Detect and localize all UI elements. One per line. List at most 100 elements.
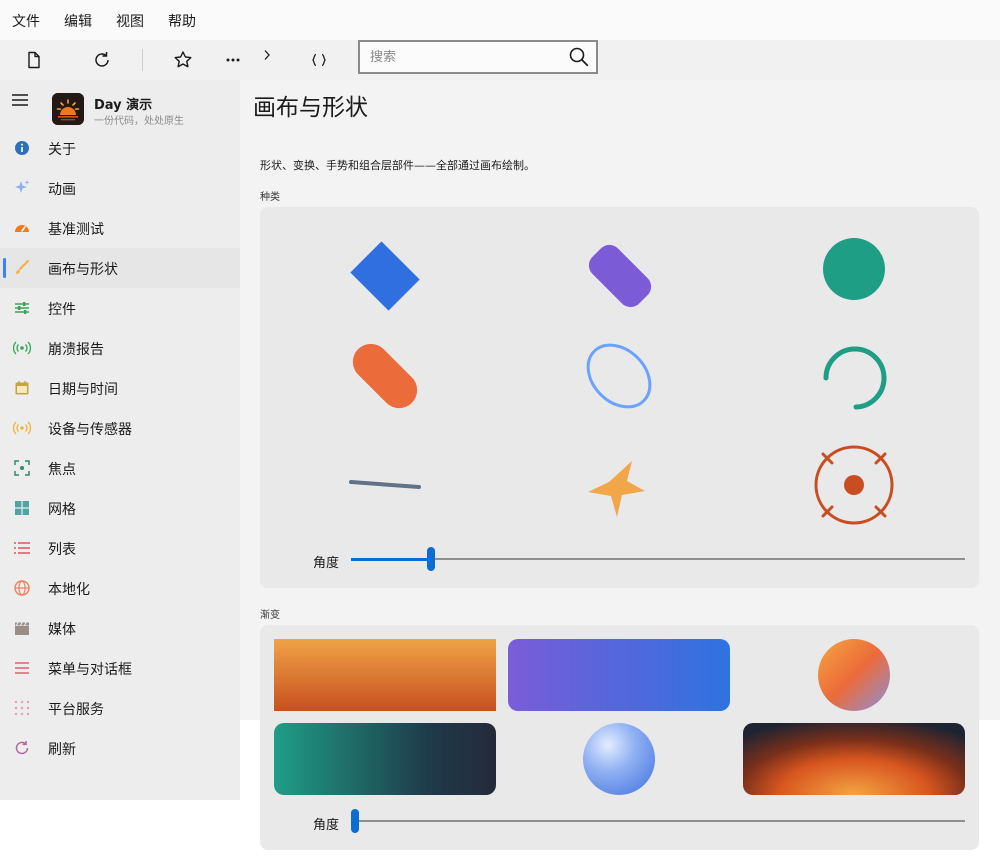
sidebar-item-label: 平台服务 xyxy=(48,702,104,718)
sidebar-item-label: 控件 xyxy=(48,302,76,318)
gauge-icon xyxy=(15,225,29,232)
kinds-angle-slider[interactable] xyxy=(351,547,965,571)
slider-track xyxy=(351,558,965,560)
slider-thumb[interactable] xyxy=(351,809,359,833)
kinds-section-label: 种类 xyxy=(260,192,280,203)
page-description: 形状、变换、手势和组合层部件——全部通过画布绘制。 xyxy=(260,159,535,172)
sidebar-item-1[interactable]: 动画 xyxy=(0,168,240,208)
gradients-angle-slider[interactable] xyxy=(351,809,965,833)
kinds-angle-label: 角度 xyxy=(313,556,340,571)
hamburger-button[interactable] xyxy=(10,90,32,112)
sidebar-item-label: 关于 xyxy=(48,142,76,158)
braces-icon xyxy=(312,53,326,67)
globe-icon xyxy=(14,580,30,596)
menu-view[interactable]: 视图 xyxy=(116,11,144,31)
favorite-button[interactable] xyxy=(163,40,203,80)
sidebar-item-label: 基准测试 xyxy=(48,222,104,238)
slider-thumb[interactable] xyxy=(427,547,435,571)
rotated-rectangle-shape xyxy=(350,241,420,311)
sidebar-item-10[interactable]: 列表 xyxy=(0,528,240,568)
search-button[interactable] xyxy=(568,46,590,68)
sidebar-item-label: 动画 xyxy=(48,182,76,198)
sidebar-item-3[interactable]: 画布与形状 xyxy=(0,248,240,288)
gradients-section-label: 渐变 xyxy=(260,610,280,621)
page-title: 画布与形状 xyxy=(253,95,368,121)
sidebar-item-5[interactable]: 崩溃报告 xyxy=(0,328,240,368)
list-icon xyxy=(14,542,30,554)
sidebar-item-11[interactable]: 本地化 xyxy=(0,568,240,608)
sidebar-item-4[interactable]: 控件 xyxy=(0,288,240,328)
broadcast-icon xyxy=(12,341,32,355)
sidebar-item-12[interactable]: 媒体 xyxy=(0,608,240,648)
toolbar-separator xyxy=(142,49,143,71)
star-shape xyxy=(588,461,645,517)
sidebar-item-9[interactable]: 网格 xyxy=(0,488,240,528)
search-box xyxy=(358,40,598,74)
linear-gradient-purple-blue xyxy=(508,639,730,711)
grid-icon xyxy=(15,501,29,515)
sidebar-item-label: 菜单与对话框 xyxy=(48,662,132,678)
reload-button[interactable] xyxy=(82,40,122,80)
info-icon xyxy=(15,141,29,155)
menu-file[interactable]: 文件 xyxy=(12,11,40,31)
active-indicator xyxy=(3,258,6,278)
sunrise-logo-icon xyxy=(52,93,84,125)
orange-capsule-shape xyxy=(352,343,418,409)
ellipse-outline-shape xyxy=(586,343,652,409)
sidebar-item-label: 网格 xyxy=(48,502,76,518)
sidebar-item-label: 崩溃报告 xyxy=(48,342,104,358)
clapper-icon xyxy=(15,622,29,635)
toolbar xyxy=(0,40,1000,80)
reload-icon xyxy=(95,52,109,67)
code-button[interactable] xyxy=(299,40,339,80)
star-outline-icon xyxy=(174,51,192,68)
sidebar-item-label: 媒体 xyxy=(48,622,76,638)
sidebar-item-0[interactable]: 关于 xyxy=(0,128,240,168)
brush-icon xyxy=(16,259,30,274)
dots-grid-icon xyxy=(14,700,30,716)
linear-gradient-orange xyxy=(274,639,496,711)
sidebar-item-label: 本地化 xyxy=(48,582,90,598)
target-shape xyxy=(814,445,894,525)
sidebar-item-13[interactable]: 菜单与对话框 xyxy=(0,648,240,688)
search-input[interactable] xyxy=(370,42,560,72)
linear-gradient-teal-dark xyxy=(274,723,496,795)
line-shape xyxy=(349,480,421,489)
radial-gradient-sphere xyxy=(583,723,655,795)
calendar-icon xyxy=(15,381,29,395)
gradients-card: 角度 xyxy=(260,625,979,850)
document-icon xyxy=(28,51,40,69)
broadcast-icon xyxy=(12,421,32,435)
menu-icon xyxy=(15,662,29,674)
app-title: Day 演示 xyxy=(94,98,153,113)
sidebar-item-15[interactable]: 刷新 xyxy=(0,728,240,768)
more-icon xyxy=(226,58,240,62)
sidebar-item-7[interactable]: 设备与传感器 xyxy=(0,408,240,448)
sparkle-icon xyxy=(15,180,30,193)
app-subtitle: 一份代码，处处原生 xyxy=(94,116,184,127)
chevron-right-icon xyxy=(264,50,270,60)
sidebar-item-label: 焦点 xyxy=(48,462,76,478)
hamburger-icon xyxy=(12,94,28,106)
slider-track xyxy=(351,820,965,822)
sidebar-item-6[interactable]: 日期与时间 xyxy=(0,368,240,408)
sidebar-item-label: 画布与形状 xyxy=(48,262,118,278)
sidebar-item-14[interactable]: 平台服务 xyxy=(0,688,240,728)
diagonal-gradient-circle xyxy=(818,639,890,711)
radial-gradient-sunset xyxy=(743,723,965,795)
gradients-angle-label: 角度 xyxy=(313,818,340,833)
sidebar-item-8[interactable]: 焦点 xyxy=(0,448,240,488)
arc-shape xyxy=(823,346,887,410)
focus-icon xyxy=(14,460,30,476)
kinds-card: 角度 xyxy=(260,207,979,588)
forward-button[interactable] xyxy=(247,35,287,75)
menu-edit[interactable]: 编辑 xyxy=(64,11,92,31)
sidebar-item-2[interactable]: 基准测试 xyxy=(0,208,240,248)
slider-fill xyxy=(351,558,431,561)
sidebar: Day 演示 一份代码，处处原生 关于动画基准测试画布与形状控件崩溃报告日期与时… xyxy=(0,80,240,800)
new-document-button[interactable] xyxy=(14,40,54,80)
menu-bar: 文件 编辑 视图 帮助 xyxy=(0,0,1000,40)
teal-circle-shape xyxy=(823,238,885,300)
sidebar-item-label: 列表 xyxy=(48,542,76,558)
menu-help[interactable]: 帮助 xyxy=(168,11,196,31)
